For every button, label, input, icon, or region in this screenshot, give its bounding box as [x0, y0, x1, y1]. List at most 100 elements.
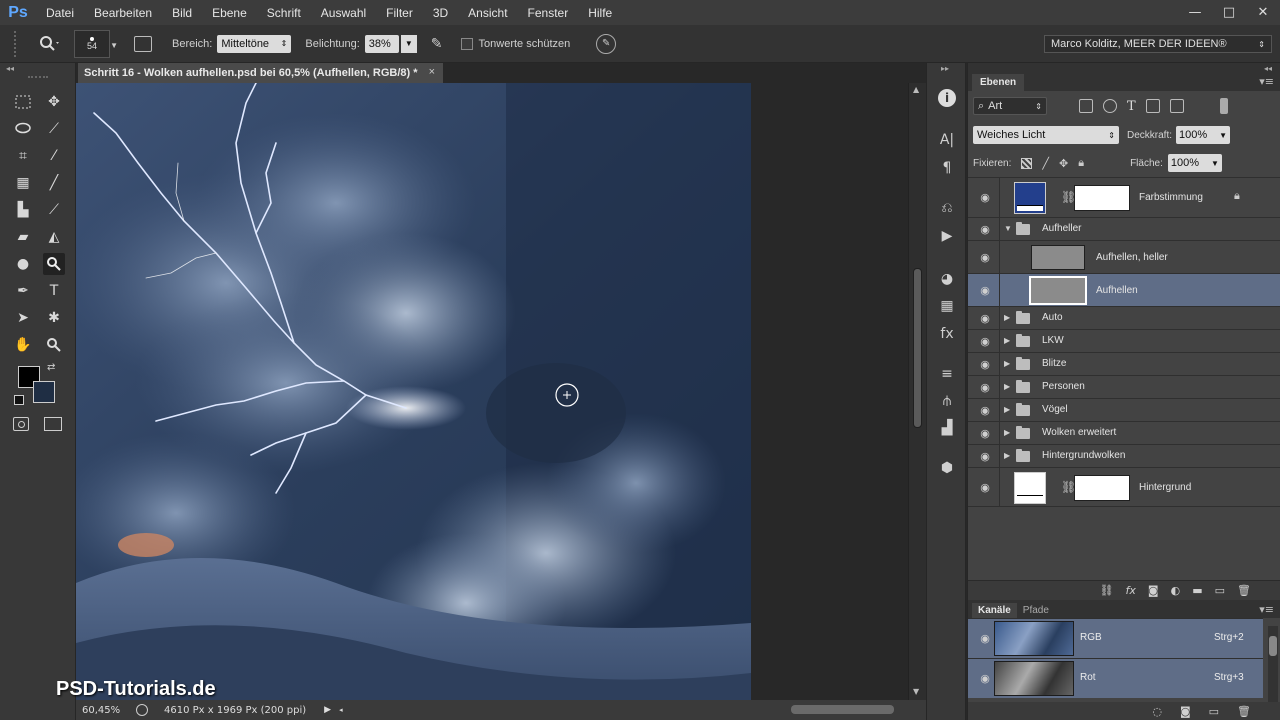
range-select[interactable]: Mitteltöne ⇕	[217, 34, 292, 53]
quick-selection-tool-icon[interactable]: ⟋	[43, 118, 65, 140]
channels-panel-menu-icon[interactable]: ▾≡	[1259, 603, 1274, 616]
pressure-size-icon[interactable]: ✎	[596, 33, 617, 54]
protect-tones-checkbox[interactable]	[460, 37, 473, 50]
layer-hintergrund[interactable]: ◉ ⛓︎ Hintergrund	[968, 467, 1280, 507]
default-colors-icon[interactable]	[14, 395, 24, 405]
history-brush-tool-icon[interactable]: ⟋	[43, 199, 65, 221]
new-adjustment-icon[interactable]: ◐	[1171, 584, 1181, 597]
eyedropper-tool-icon[interactable]: ⁄	[43, 145, 65, 167]
lasso-tool-icon[interactable]	[12, 118, 34, 140]
visibility-eye-icon[interactable]: ◉	[978, 482, 992, 494]
close-button[interactable]: ✕	[1246, 0, 1280, 25]
clone-source-icon[interactable]: ▟	[935, 417, 959, 439]
paragraph-icon[interactable]: ¶	[935, 157, 959, 179]
move-tool-icon[interactable]: ✥	[43, 91, 65, 113]
swatches-icon[interactable]: ◕	[935, 268, 959, 290]
swap-colors-icon[interactable]: ⇄	[47, 362, 55, 373]
options-grip[interactable]	[14, 30, 36, 57]
group-collapsed-triangle-icon[interactable]: ▶	[1004, 405, 1010, 414]
visibility-eye-icon[interactable]: ◉	[978, 285, 992, 297]
lock-all-icon[interactable]: 🔒︎	[1078, 157, 1084, 170]
menu-schrift[interactable]: Schrift	[257, 6, 311, 20]
background-color-swatch[interactable]	[33, 381, 55, 403]
visibility-eye-icon[interactable]: ◉	[978, 428, 992, 440]
vertical-scrollbar[interactable]: ▲ ▼	[908, 83, 926, 700]
horizontal-scroll-thumb[interactable]	[791, 705, 894, 714]
new-group-icon[interactable]: ▬	[1192, 584, 1202, 597]
crop-tool-icon[interactable]: ⌗	[12, 145, 34, 167]
airbrush-icon[interactable]: ✎	[431, 35, 443, 52]
layer-farbstimmung[interactable]: ◉ ⛓︎ Farbstimmung 🔒︎	[968, 177, 1280, 217]
visibility-eye-icon[interactable]: ◉	[978, 252, 992, 264]
marquee-tool-icon[interactable]	[12, 91, 34, 113]
layer-style-icon[interactable]: fx	[1126, 584, 1136, 597]
new-layer-icon[interactable]: ▭	[1215, 584, 1225, 597]
quick-mask-icon[interactable]	[13, 417, 29, 431]
mask-thumbnail[interactable]	[1074, 475, 1130, 501]
menu-auswahl[interactable]: Auswahl	[311, 6, 376, 20]
fill-input[interactable]: 100% ▼	[1167, 154, 1222, 172]
group-voegel[interactable]: ◉ ▶ Vögel	[968, 398, 1280, 421]
history-icon[interactable]: ⎌	[935, 197, 959, 219]
menu-bild[interactable]: Bild	[162, 6, 202, 20]
brush-tool-icon[interactable]: ╱	[43, 172, 65, 194]
group-personen[interactable]: ◉ ▶ Personen	[968, 375, 1280, 398]
eraser-tool-icon[interactable]: ▰	[12, 226, 34, 248]
tools-grip[interactable]	[28, 76, 48, 78]
delete-layer-icon[interactable]: 🗑︎	[1237, 584, 1251, 597]
styles-icon[interactable]: fx	[935, 323, 959, 345]
lock-pixels-icon[interactable]: ╱	[1042, 157, 1049, 170]
tools-collapse-icon[interactable]: ◂◂	[6, 64, 14, 73]
info-icon[interactable]: i	[935, 87, 959, 109]
group-lkw[interactable]: ◉ ▶ LKW	[968, 329, 1280, 352]
group-collapsed-triangle-icon[interactable]: ▶	[1004, 359, 1010, 368]
group-wolken-erweitert[interactable]: ◉ ▶ Wolken erweitert	[968, 421, 1280, 444]
exposure-dropdown-button[interactable]: ▼	[400, 34, 417, 53]
menu-datei[interactable]: Datei	[36, 6, 84, 20]
group-collapsed-triangle-icon[interactable]: ▶	[1004, 382, 1010, 391]
group-auto[interactable]: ◉ ▶ Auto	[968, 306, 1280, 329]
document-canvas[interactable]	[76, 83, 751, 700]
brush-size-picker[interactable]: 54 ▼	[74, 29, 118, 58]
group-collapsed-triangle-icon[interactable]: ▶	[1004, 451, 1010, 460]
adjustments-icon[interactable]: ≡	[935, 363, 959, 385]
channels-scroll-thumb[interactable]	[1269, 636, 1277, 656]
blend-mode-select[interactable]: Weiches Licht ⇕	[973, 126, 1119, 144]
zoom-tool-icon[interactable]	[43, 334, 65, 356]
save-selection-icon[interactable]: ◙	[1180, 705, 1191, 718]
pixel-filter-icon[interactable]	[1079, 99, 1093, 113]
status-menu-arrow-icon[interactable]: ▶	[324, 705, 331, 715]
layer-filter-select[interactable]: ⌕ Art ⇕	[973, 97, 1047, 115]
brush-panel-icon[interactable]	[134, 35, 152, 52]
screen-mode-icon[interactable]	[44, 417, 62, 431]
filter-toggle-icon[interactable]	[1219, 98, 1228, 114]
brush-presets-icon[interactable]: ⫛	[935, 390, 959, 412]
visibility-eye-icon[interactable]: ◉	[978, 382, 992, 394]
tab-channels[interactable]: Kanäle	[972, 603, 1017, 618]
channel-rgb[interactable]: ◉ RGB Strg+2	[968, 618, 1263, 658]
visibility-eye-icon[interactable]: ◉	[978, 451, 992, 463]
zoom-level[interactable]: 60,45%	[82, 705, 132, 716]
lock-position-icon[interactable]: ✥	[1059, 157, 1068, 170]
actions-icon[interactable]: ▶	[935, 225, 959, 247]
adjustment-filter-icon[interactable]	[1103, 99, 1117, 113]
visibility-eye-icon[interactable]: ◉	[978, 313, 992, 325]
type-tool-icon[interactable]: T	[43, 280, 65, 302]
minimize-button[interactable]: —	[1178, 0, 1212, 25]
layers-collapse-icon[interactable]: ◂◂	[1264, 64, 1272, 73]
mask-thumbnail[interactable]	[1074, 185, 1130, 211]
tab-layers[interactable]: Ebenen	[972, 74, 1025, 91]
type-filter-icon[interactable]: T	[1127, 99, 1136, 114]
group-blitze[interactable]: ◉ ▶ Blitze	[968, 352, 1280, 375]
clone-stamp-tool-icon[interactable]: ▙	[12, 199, 34, 221]
menu-bearbeiten[interactable]: Bearbeiten	[84, 6, 162, 20]
pen-tool-icon[interactable]: ✒	[12, 280, 34, 302]
paint-bucket-tool-icon[interactable]: ◭	[43, 226, 65, 248]
opacity-input[interactable]: 100% ▼	[1176, 126, 1231, 144]
visibility-eye-icon[interactable]: ◉	[978, 224, 992, 236]
visibility-eye-icon[interactable]: ◉	[978, 192, 992, 204]
document-tab[interactable]: Schritt 16 - Wolken aufhellen.psd bei 60…	[78, 63, 443, 83]
fill-arrow-icon[interactable]: ▼	[1211, 159, 1219, 168]
channel-rot[interactable]: ◉ Rot Strg+3	[968, 658, 1263, 698]
layer-aufhellen-heller[interactable]: ◉ Aufhellen, heller	[968, 240, 1280, 273]
